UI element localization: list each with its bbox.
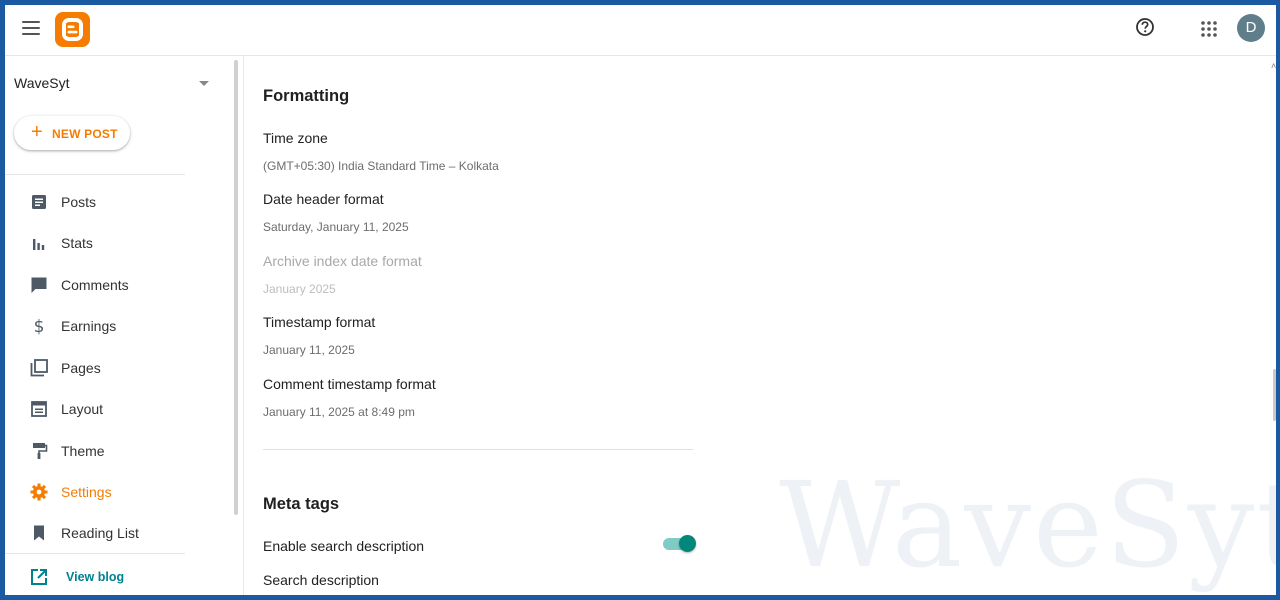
setting-value: Saturday, January 11, 2025 [263, 220, 409, 234]
svg-text:$: $ [34, 317, 45, 336]
sidebar-divider [5, 174, 185, 175]
setting-enable-search-description[interactable]: Enable search description [263, 538, 703, 554]
dropdown-caret-icon [199, 81, 209, 86]
toggle-thumb [679, 535, 696, 552]
setting-timestamp-format[interactable]: Timestamp format January 11, 2025 [263, 314, 703, 357]
help-circle-icon[interactable] [1135, 17, 1155, 37]
posts-icon [29, 192, 49, 212]
sidebar-item-stats[interactable]: Stats [5, 224, 225, 262]
watermark: WaveSyt [779, 456, 1276, 594]
setting-comment-timestamp-format[interactable]: Comment timestamp format January 11, 202… [263, 376, 703, 419]
sidebar-item-label: Theme [61, 443, 105, 459]
sidebar-item-posts[interactable]: Posts [5, 183, 225, 221]
setting-value: (GMT+05:30) India Standard Time – Kolkat… [263, 159, 499, 173]
meta-tags-section-title: Meta tags [263, 495, 340, 513]
setting-label: Timestamp format [263, 314, 376, 330]
sidebar-item-label: Reading List [61, 525, 139, 541]
avatar[interactable]: D [1237, 14, 1265, 42]
formatting-section-title: Formatting [263, 87, 350, 105]
sidebar-item-theme[interactable]: Theme [5, 432, 225, 470]
blogger-logo-icon[interactable] [55, 12, 90, 47]
view-blog-label: View blog [66, 570, 125, 584]
setting-date-header-format[interactable]: Date header format Saturday, January 11,… [263, 191, 703, 234]
new-post-button[interactable]: + NEW POST [14, 116, 130, 150]
sidebar-item-label: Stats [61, 235, 93, 251]
apps-grid-icon[interactable] [1201, 21, 1217, 37]
sidebar-item-label: Pages [61, 360, 101, 376]
setting-label: Time zone [263, 130, 328, 146]
top-app-bar: D [5, 5, 1276, 56]
sidebar-divider [5, 553, 185, 554]
bookmark-icon [29, 523, 49, 543]
blog-selector[interactable]: WaveSyt [14, 75, 209, 97]
sidebar-item-label: Earnings [61, 318, 117, 334]
sidebar-item-earnings[interactable]: $ Earnings [5, 307, 225, 345]
sidebar-item-pages[interactable]: Pages [5, 349, 225, 387]
sidebar: WaveSyt + NEW POST Posts Stats Comments [5, 56, 237, 595]
blog-name: WaveSyt [14, 75, 70, 91]
setting-value: January 2025 [263, 282, 336, 296]
layout-icon [29, 399, 49, 419]
setting-archive-index-date-format: Archive index date format January 2025 [263, 253, 703, 296]
setting-label: Comment timestamp format [263, 376, 436, 392]
hamburger-menu-icon[interactable] [22, 21, 40, 35]
section-divider [263, 449, 693, 450]
sidebar-item-layout[interactable]: Layout [5, 390, 225, 428]
open-external-icon [29, 567, 49, 587]
setting-label: Archive index date format [263, 253, 422, 269]
search-description-toggle[interactable] [661, 534, 697, 554]
setting-search-description[interactable]: Search description [263, 572, 703, 588]
sidebar-item-label: Posts [61, 194, 97, 210]
view-blog-link[interactable]: View blog [5, 558, 225, 595]
sidebar-item-label: Settings [61, 484, 112, 500]
sidebar-item-label: Layout [61, 401, 104, 417]
comments-icon [29, 275, 49, 295]
setting-value: January 11, 2025 [263, 343, 355, 357]
setting-label: Enable search description [263, 538, 425, 554]
scroll-up-arrow-icon[interactable]: ˄ [1271, 61, 1276, 71]
new-post-label: NEW POST [52, 127, 118, 141]
gear-icon [29, 482, 49, 502]
settings-main: WaveSyt Formatting Time zone (GMT+05:30)… [244, 56, 1276, 595]
setting-label: Date header format [263, 191, 384, 207]
setting-label: Search description [263, 572, 379, 588]
sidebar-scrollbar[interactable] [234, 60, 238, 515]
plus-icon: + [31, 121, 43, 143]
setting-time-zone[interactable]: Time zone (GMT+05:30) India Standard Tim… [263, 130, 703, 173]
stats-icon [29, 233, 49, 253]
dollar-icon: $ [29, 316, 49, 337]
paint-roller-icon [29, 441, 49, 461]
pages-icon [29, 358, 49, 378]
sidebar-item-reading-list[interactable]: Reading List [5, 514, 225, 552]
app-window: D WaveSyt + NEW POST Posts Stats Comment… [0, 0, 1280, 600]
sidebar-item-comments[interactable]: Comments [5, 266, 225, 304]
setting-value: January 11, 2025 at 8:49 pm [263, 405, 415, 419]
sidebar-item-settings[interactable]: Settings [5, 473, 225, 511]
sidebar-item-label: Comments [61, 277, 129, 293]
main-scrollbar[interactable] [1273, 369, 1276, 421]
